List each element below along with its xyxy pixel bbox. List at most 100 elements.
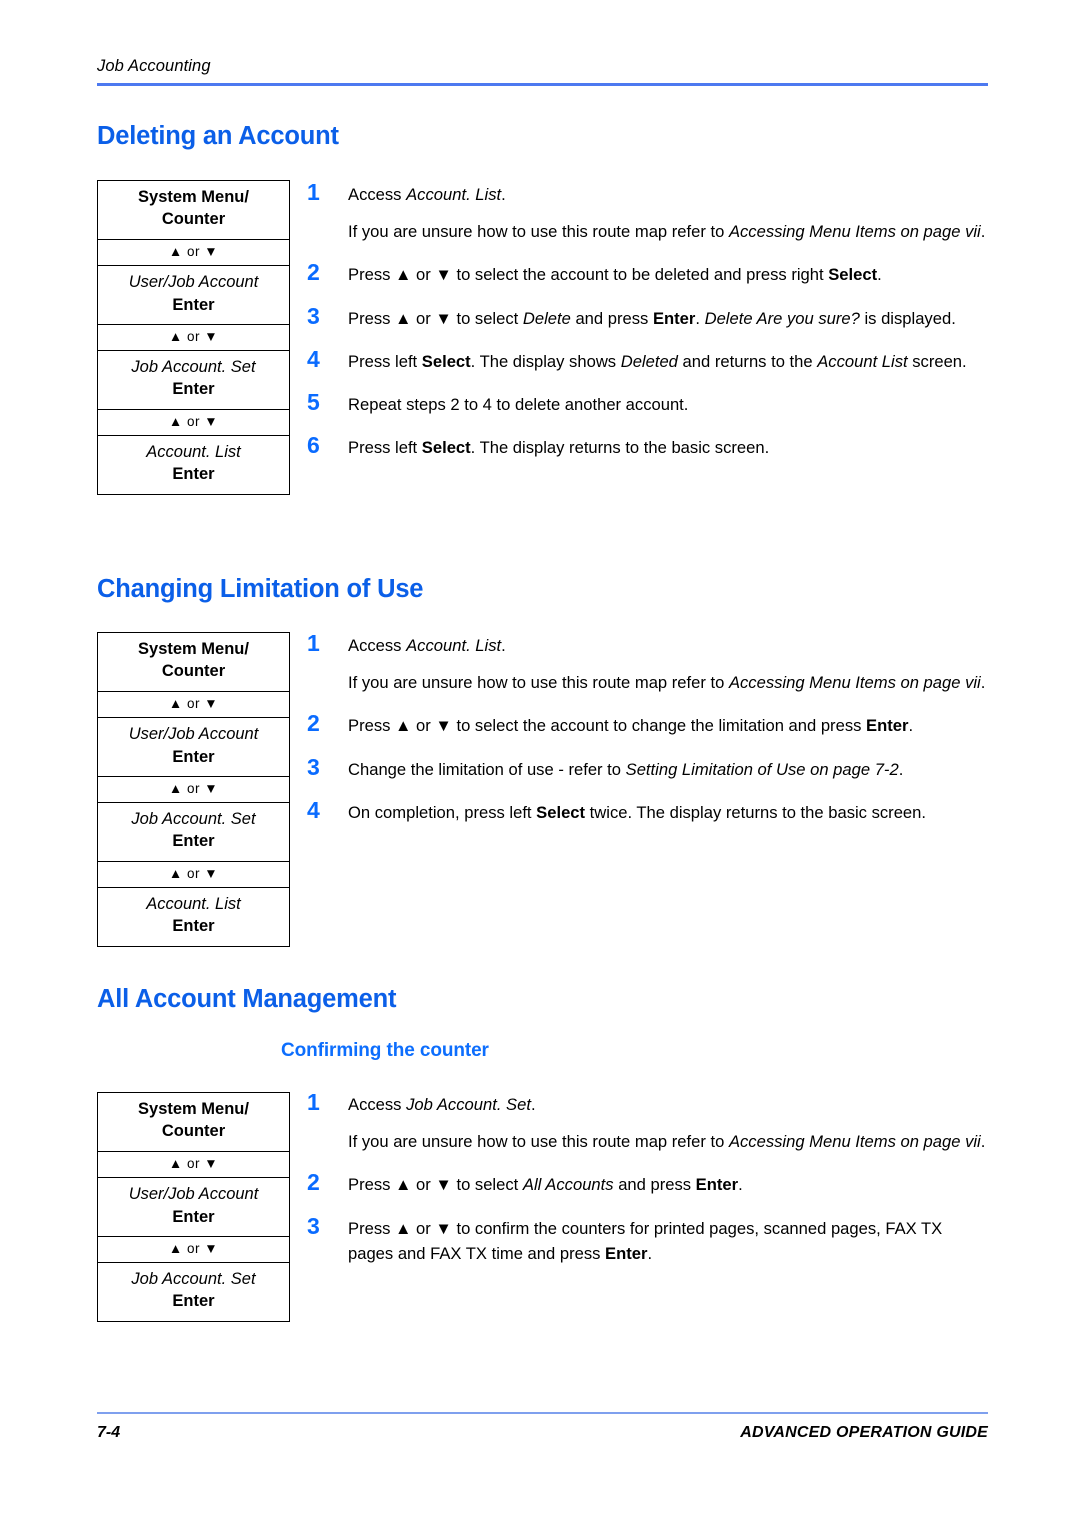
route-map-updown-arrow-row: ▲ or ▼ [98,410,289,436]
step-spacer [307,1154,989,1168]
section-heading-deleting-an-account: Deleting an Account [97,122,339,150]
route-map-changing-limitation-of-use: System Menu/Counter ▲ or ▼ User/Job Accoun… [97,632,290,947]
route-map-key-label-2: Counter [161,1121,226,1140]
route-map-updown-arrow-row: ▲ or ▼ [98,692,289,719]
step-item: 6 Press left Select. The display returns … [307,431,989,460]
step-text: Repeat steps 2 to 4 to delete another ac… [348,388,989,417]
up-down-arrow-icon: ▲ or ▼ [168,1240,219,1256]
step-paragraph: If you are unsure how to use this route … [348,1132,986,1152]
step-text: Access Account. List. If you are unsure h… [348,629,989,695]
route-map-updown-arrow-row: ▲ or ▼ [98,862,289,888]
running-header-title: Job Accounting [97,57,211,75]
route-map-menu-row: Job Account. Set Enter [98,1263,289,1321]
route-map-menu-item: Account. List [146,894,241,913]
step-item: 2 Press ▲ or ▼ to select the account to b… [307,258,989,287]
step-spacer [307,782,989,796]
up-down-arrow-icon: ▲ or ▼ [168,865,219,881]
route-map-deleting-an-account: System Menu/Counter ▲ or ▼ User/Job Accoun… [97,180,290,495]
route-map-enter-key: Enter [172,295,215,314]
step-item: 1 Access Account. List. If you are unsure … [307,178,989,244]
route-map-confirming-the-counter: System Menu/Counter ▲ or ▼ User/Job Accoun… [97,1092,290,1322]
step-item: 3 Press ▲ or ▼ to select Delete and press… [307,302,989,331]
route-map-menu-item: Job Account. Set [131,1269,256,1288]
step-item: 4 On completion, press left Select twice.… [307,796,989,825]
step-paragraph: Access Account. List. [348,636,506,655]
step-text: Press ▲ or ▼ to select the account to be… [348,258,989,287]
step-number: 3 [307,753,320,780]
step-text: Access Job Account. Set. If you are unsur… [348,1088,989,1154]
route-map-menu-row: Job Account. Set Enter [98,351,289,410]
step-spacer [307,244,989,258]
step-paragraph: Press ▲ or ▼ to select All Accounts and … [348,1175,743,1195]
route-map-key-row: System Menu/Counter [98,1093,289,1152]
step-text: On completion, press left Select twice. … [348,796,989,825]
step-text: Press left Select. The display shows Del… [348,345,989,374]
step-spacer [307,695,989,709]
step-spacer [307,739,989,753]
step-spacer [307,1198,989,1212]
step-item: 2 Press ▲ or ▼ to select the account to c… [307,709,989,738]
step-spacer [307,417,989,431]
route-map-key-row: System Menu/Counter [98,181,289,240]
step-paragraph: On completion, press left Select twice. … [348,802,926,822]
route-map-enter-key: Enter [172,465,215,484]
route-map-key-row: System Menu/Counter [98,633,289,692]
footer-guide-title: ADVANCED OPERATION GUIDE [740,1424,988,1441]
step-paragraph: Press ▲ or ▼ to select the account to ch… [348,716,914,736]
step-spacer [307,331,989,345]
route-map-updown-arrow-row: ▲ or ▼ [98,1152,289,1179]
step-item: 5 Repeat steps 2 to 4 to delete another a… [307,388,989,417]
route-map-menu-row: User/Job Account Enter [98,266,289,325]
steps-changing-limitation-of-use: 1 Access Account. List. If you are unsure … [307,629,989,825]
steps-confirming-the-counter: 1 Access Job Account. Set. If you are unsu… [307,1088,989,1266]
route-map-enter-key: Enter [172,917,215,936]
step-paragraph: Press ▲ or ▼ to select Delete and press … [348,308,956,328]
route-map-menu-item: Job Account. Set [131,357,256,376]
step-number: 2 [307,259,320,286]
step-item: 3 Press ▲ or ▼ to confirm the counters fo… [307,1212,989,1266]
route-map-updown-arrow-row: ▲ or ▼ [98,325,289,351]
step-text: Change the limitation of use - refer to … [348,753,989,782]
step-item: 3 Change the limitation of use - refer to… [307,753,989,782]
up-down-arrow-icon: ▲ or ▼ [168,1155,219,1171]
route-map-key-label: System Menu/ [138,640,249,658]
step-number: 1 [307,1089,320,1115]
up-down-arrow-icon: ▲ or ▼ [168,695,219,711]
step-item: 2 Press ▲ or ▼ to select All Accounts and… [307,1168,989,1197]
steps-deleting-an-account: 1 Access Account. List. If you are unsure … [307,178,989,461]
route-map-enter-key: Enter [172,832,215,851]
step-paragraph: If you are unsure how to use this route … [348,222,986,242]
route-map-menu-item: Job Account. Set [131,809,256,828]
route-map-menu-row: Job Account. Set Enter [98,803,289,862]
subheading-confirming-the-counter: Confirming the counter [281,1040,489,1061]
up-down-arrow-icon: ▲ or ▼ [168,780,219,796]
step-paragraph: Access Account. List. [348,185,506,204]
route-map-menu-row: User/Job Account Enter [98,1178,289,1237]
step-text: Press left Select. The display returns t… [348,431,989,460]
route-map-key-label: System Menu/ [138,1100,249,1118]
step-paragraph: Access Job Account. Set. [348,1095,536,1114]
up-down-arrow-icon: ▲ or ▼ [168,243,219,259]
step-item: 1 Access Job Account. Set. If you are unsu… [307,1088,989,1154]
step-number: 2 [307,710,320,737]
step-paragraph: Press left Select. The display returns t… [348,438,770,458]
running-header: Job Accounting [97,57,988,87]
route-map-updown-arrow-row: ▲ or ▼ [98,1237,289,1263]
route-map-menu-item: User/Job Account [128,725,259,744]
route-map-updown-arrow-row: ▲ or ▼ [98,777,289,803]
route-map-menu-item: User/Job Account [128,1185,259,1204]
route-map-enter-key: Enter [172,380,215,399]
section-heading-all-account-management: All Account Management [97,985,397,1013]
step-text: Access Account. List. If you are unsure h… [348,178,989,244]
step-text: Press ▲ or ▼ to confirm the counters for… [348,1212,989,1266]
up-down-arrow-icon: ▲ or ▼ [168,328,219,344]
route-map-enter-key: Enter [172,747,215,766]
up-down-arrow-icon: ▲ or ▼ [168,413,219,429]
step-number: 6 [307,432,320,459]
step-item: 1 Access Account. List. If you are unsure … [307,629,989,695]
route-map-menu-item: Account. List [146,442,241,461]
step-paragraph: Press left Select. The display shows Del… [348,351,967,371]
header-rule [97,83,988,87]
step-spacer [307,288,989,302]
route-map-enter-key: Enter [172,1207,215,1226]
